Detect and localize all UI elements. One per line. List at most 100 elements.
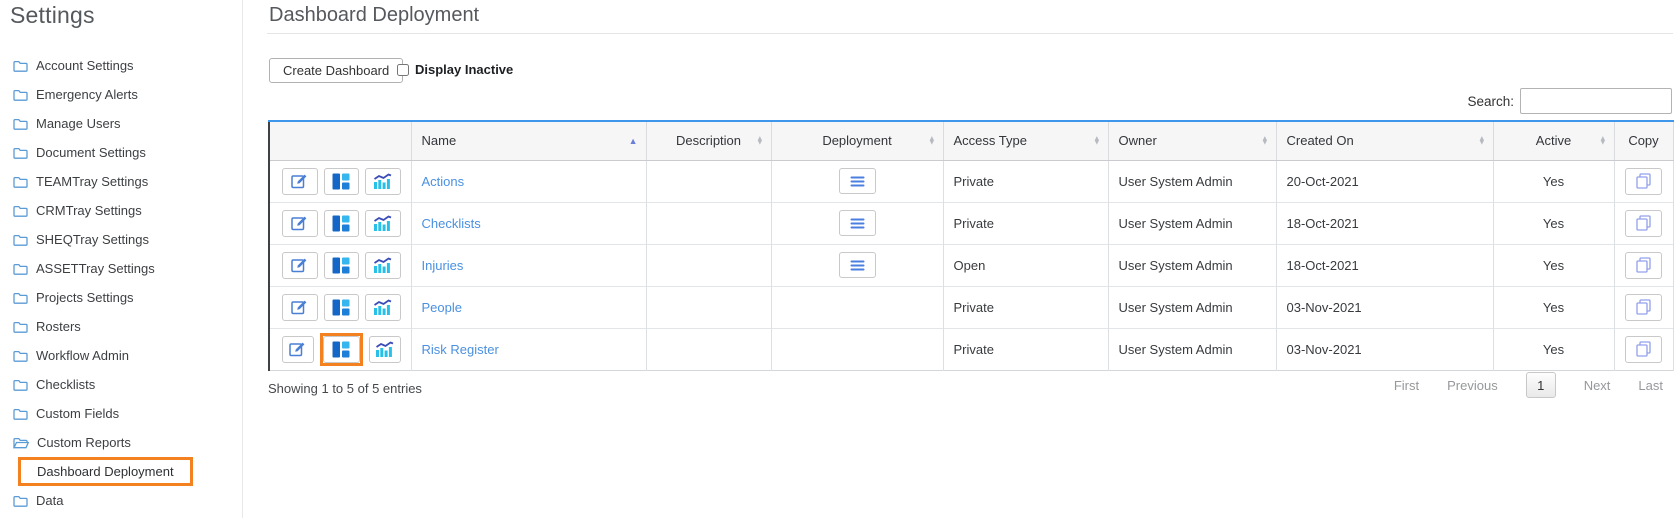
sidebar-item-label: TEAMTray Settings: [36, 174, 149, 189]
active-cell: Yes: [1493, 327, 1615, 370]
table-row: Risk Register Private User System Admin …: [269, 327, 1674, 370]
dashboard-name-link[interactable]: Risk Register: [422, 342, 499, 357]
col-active[interactable]: Active ▲ ▼: [1493, 121, 1615, 161]
copy-button[interactable]: [1625, 293, 1662, 321]
settings-sidebar: Settings Account Settings Emergency Aler…: [0, 0, 243, 518]
chart-button[interactable]: [365, 293, 401, 321]
col-deployment[interactable]: Deployment ▲ ▼: [771, 121, 944, 161]
copy-button[interactable]: [1625, 167, 1662, 195]
chart-button[interactable]: [365, 167, 401, 195]
copy-pages-icon: [1636, 257, 1651, 273]
sidebar-item-projects-settings[interactable]: Projects Settings: [0, 283, 242, 312]
pencil-square-icon: [291, 258, 307, 273]
pagination-last[interactable]: Last: [1638, 378, 1663, 393]
sidebar-item-rosters[interactable]: Rosters: [0, 312, 242, 341]
sidebar-title: Settings: [10, 2, 95, 28]
edit-button[interactable]: [282, 335, 314, 363]
folder-icon: [13, 118, 28, 130]
deployment-menu-button[interactable]: [838, 168, 876, 194]
pagination-next[interactable]: Next: [1584, 378, 1611, 393]
dashboard-tiles-icon: [332, 341, 350, 357]
dashboard-table-wrap: Name ▲ Description ▲ ▼ Deployment ▲ ▼ Access …: [268, 120, 1674, 371]
pagination: First Previous 1 Next Last: [1394, 372, 1663, 398]
col-owner[interactable]: Owner ▲ ▼: [1108, 121, 1277, 161]
chart-button[interactable]: [368, 335, 401, 363]
hamburger-icon: [850, 176, 864, 186]
table-row: Checklists Private User System Admin 18-…: [269, 201, 1674, 244]
chart-button[interactable]: [365, 209, 401, 237]
description-cell: [646, 159, 772, 202]
col-created-on[interactable]: Created On ▲ ▼: [1276, 121, 1494, 161]
dashboard-name-link[interactable]: Actions: [422, 174, 465, 189]
pagination-previous[interactable]: Previous: [1447, 378, 1498, 393]
sidebar-item-label: Manage Users: [36, 116, 121, 131]
dashboard-button[interactable]: [323, 293, 359, 321]
dashboard-button[interactable]: [323, 209, 359, 237]
deployment-cell-empty: [771, 285, 944, 328]
table-header-row: Name ▲ Description ▲ ▼ Deployment ▲ ▼ Access …: [269, 121, 1674, 161]
sidebar-item-document-settings[interactable]: Document Settings: [0, 138, 242, 167]
dashboard-tiles-icon: [332, 215, 350, 231]
deployment-menu-button[interactable]: [838, 210, 876, 236]
copy-button[interactable]: [1625, 335, 1662, 363]
folder-icon: [13, 350, 28, 362]
dashboard-name-link[interactable]: Injuries: [422, 258, 464, 273]
display-inactive-label: Display Inactive: [415, 62, 514, 77]
owner-cell: User System Admin: [1108, 285, 1277, 328]
edit-button[interactable]: [282, 251, 318, 279]
sidebar-item-data[interactable]: Data: [0, 486, 242, 515]
owner-cell: User System Admin: [1108, 201, 1277, 244]
dashboard-name-link[interactable]: Checklists: [422, 216, 481, 231]
folder-icon: [13, 176, 28, 188]
sidebar-item-manage-users[interactable]: Manage Users: [0, 109, 242, 138]
folder-icon: [13, 60, 28, 72]
folder-icon: [13, 205, 28, 217]
chart-button[interactable]: [365, 251, 401, 279]
pencil-square-icon: [291, 300, 307, 315]
create-dashboard-button[interactable]: Create Dashboard: [269, 58, 404, 83]
sidebar-item-label: Rosters: [36, 319, 81, 334]
sidebar-item-sheqtray-settings[interactable]: SHEQTray Settings: [0, 225, 242, 254]
sidebar-item-dashboard-deployment[interactable]: Dashboard Deployment: [0, 457, 242, 486]
col-name[interactable]: Name ▲: [411, 121, 647, 161]
active-item-highlight: Dashboard Deployment: [18, 457, 193, 486]
dashboard-name-link[interactable]: People: [422, 300, 462, 315]
page-title: Dashboard Deployment: [269, 4, 480, 26]
table-info: Showing 1 to 5 of 5 entries: [268, 381, 422, 396]
edit-button[interactable]: [282, 209, 318, 237]
edit-button[interactable]: [282, 167, 318, 195]
col-access-type[interactable]: Access Type ▲ ▼: [943, 121, 1109, 161]
sort-arrows-icon: ▲ ▼: [1478, 133, 1486, 147]
col-description[interactable]: Description ▲ ▼: [646, 121, 772, 161]
sidebar-item-crmtray-settings[interactable]: CRMTray Settings: [0, 196, 242, 225]
sidebar-item-account-settings[interactable]: Account Settings: [0, 51, 242, 80]
deployment-menu-button[interactable]: [838, 252, 876, 278]
dashboard-button[interactable]: [323, 251, 359, 279]
access-type-cell: Private: [943, 285, 1109, 328]
folder-icon: [13, 234, 28, 246]
edit-button[interactable]: [282, 293, 318, 321]
copy-button[interactable]: [1625, 251, 1662, 279]
search-input[interactable]: [1520, 88, 1672, 114]
sidebar-item-workflow-admin[interactable]: Workflow Admin: [0, 341, 242, 370]
table-row: Actions Private User System Admin 20-Oct…: [269, 159, 1674, 202]
sidebar-item-custom-fields[interactable]: Custom Fields: [0, 399, 242, 428]
copy-button[interactable]: [1625, 209, 1662, 237]
active-cell: Yes: [1493, 285, 1615, 328]
sort-arrows-icon: ▲ ▼: [1093, 133, 1101, 147]
created-on-cell: 20-Oct-2021: [1276, 159, 1494, 202]
dashboard-button[interactable]: [322, 335, 360, 363]
pagination-first[interactable]: First: [1394, 378, 1419, 393]
sidebar-item-teamtray-settings[interactable]: TEAMTray Settings: [0, 167, 242, 196]
sidebar-item-label: Custom Reports: [37, 435, 131, 450]
pagination-page-1[interactable]: 1: [1525, 372, 1556, 398]
dashboard-button[interactable]: [323, 167, 359, 195]
sidebar-item-label: CRMTray Settings: [36, 203, 142, 218]
title-divider: [267, 33, 1673, 34]
created-on-cell: 03-Nov-2021: [1276, 327, 1494, 370]
sidebar-item-custom-reports[interactable]: Custom Reports: [0, 428, 242, 457]
sidebar-item-emergency-alerts[interactable]: Emergency Alerts: [0, 80, 242, 109]
sidebar-item-checklists[interactable]: Checklists: [0, 370, 242, 399]
display-inactive-checkbox[interactable]: [397, 63, 409, 76]
sidebar-item-assettray-settings[interactable]: ASSETTray Settings: [0, 254, 242, 283]
